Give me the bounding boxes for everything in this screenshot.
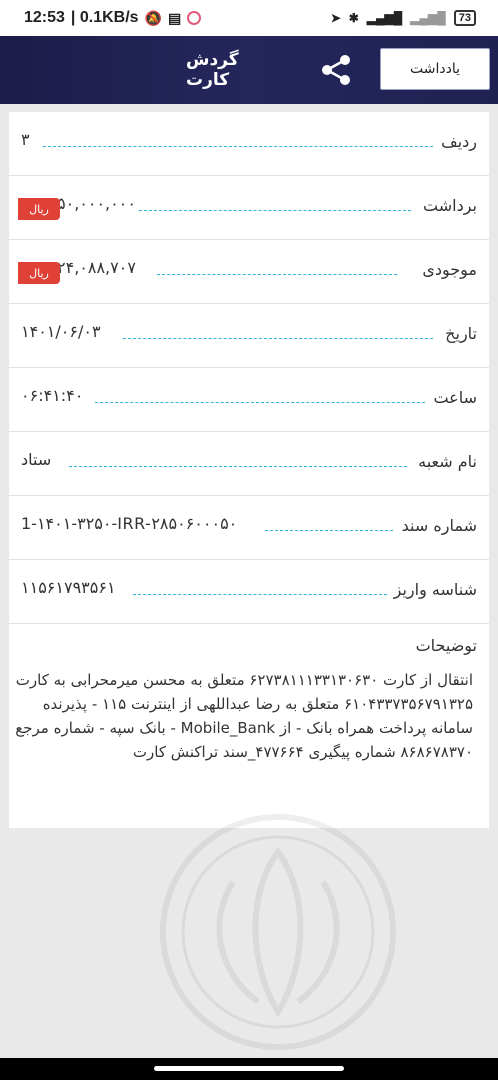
app-bar: یادداشت گردش کارت [0, 36, 498, 104]
detail-row-balance: موجودی ۲۴,۰۸۸,۷۰۷ ریال [9, 240, 489, 304]
page-title: گردش کارت [186, 50, 239, 90]
detail-row-time: ساعت ۰۶:۴۱:۴۰ [9, 368, 489, 432]
dotted-separator [133, 594, 387, 595]
description-text: انتقال از کارت ۶۲۷۳۸۱۱۱۳۳۱۳۰۶۳۰ متعلق به… [15, 671, 473, 761]
dotted-separator [43, 146, 433, 147]
detail-label: شماره سند [401, 516, 477, 535]
dotted-separator [95, 402, 425, 403]
dotted-separator [69, 466, 407, 467]
note-button[interactable]: یادداشت [380, 48, 490, 90]
detail-row-document-number: شماره سند 1-۱۴۰۱-۳۲۵۰-IRR-۲۸۵۰۶۰۰۰۵۰ [9, 496, 489, 560]
description-label: توضیحات [415, 636, 477, 655]
detail-value: ۰۶:۴۱:۴۰ [21, 386, 84, 405]
detail-value: 1-۱۴۰۱-۳۲۵۰-IRR-۲۸۵۰۶۰۰۰۵۰ [21, 514, 238, 533]
status-left: 12:53 | 0.1KB/s 🔕 ▤ [24, 9, 202, 27]
bank-emblem-watermark [160, 814, 396, 1050]
detail-label: شناسه واریز [393, 580, 477, 599]
status-bar: 12:53 | 0.1KB/s 🔕 ▤ ➤ ✱ ▂▄▆█ ▂▄▆█ 73 [0, 0, 498, 36]
bluetooth-icon: ✱ [348, 11, 359, 25]
detail-label: ساعت [433, 388, 477, 407]
detail-value: ۳ [21, 130, 30, 149]
detail-row-date: تاریخ ۱۴۰۱/۰۶/۰۳ [9, 304, 489, 368]
message-icon: ▤ [167, 9, 182, 26]
status-right: ➤ ✱ ▂▄▆█ ▂▄▆█ 73 [331, 10, 476, 26]
detail-value: ستاد [21, 450, 52, 469]
mute-icon: 🔕 [144, 9, 162, 26]
network-speed: | 0.1KB/s [70, 9, 139, 26]
share-icon[interactable] [318, 52, 354, 88]
app-notification-icon [187, 11, 202, 25]
detail-label: برداشت [423, 196, 477, 215]
detail-row-index: ردیف ۳ [9, 112, 489, 176]
dotted-separator [265, 530, 393, 531]
currency-badge-wrap: ریال [18, 240, 62, 304]
detail-label: نام شعبه [418, 452, 477, 471]
detail-label: موجودی [422, 260, 477, 279]
transaction-details-card: ردیف ۳ برداشت ۵۰,۰۰۰,۰۰۰ ریال موجودی ۲۴,… [9, 112, 489, 828]
dotted-separator [157, 274, 397, 275]
currency-badge: ریال [18, 198, 60, 220]
detail-value: ۲۴,۰۸۸,۷۰۷ [57, 258, 136, 277]
dotted-separator [139, 210, 411, 211]
detail-label: تاریخ [445, 324, 477, 343]
signal-icon: ▂▄▆█ [366, 11, 403, 25]
clock: 12:53 [24, 9, 65, 26]
detail-label: ردیف [441, 132, 477, 151]
detail-value: ۱۴۰۱/۰۶/۰۳ [21, 322, 101, 341]
detail-row-deposit-id: شناسه واریز ۱۱۵۶۱۷۹۳۵۶۱ [9, 560, 489, 624]
battery-icon: 73 [453, 10, 476, 26]
currency-badge: ریال [18, 262, 60, 284]
signal-2-icon: ▂▄▆█ [410, 11, 446, 25]
home-gesture-bar[interactable] [154, 1066, 344, 1071]
detail-value: ۱۱۵۶۱۷۹۳۵۶۱ [21, 578, 116, 597]
detail-row-withdrawal: برداشت ۵۰,۰۰۰,۰۰۰ ریال [9, 176, 489, 240]
detail-row-branch: نام شعبه ستاد [9, 432, 489, 496]
location-icon: ➤ [330, 11, 341, 25]
dotted-separator [123, 338, 433, 339]
detail-value: ۵۰,۰۰۰,۰۰۰ [57, 194, 136, 213]
currency-badge-wrap: ریال [18, 176, 62, 240]
